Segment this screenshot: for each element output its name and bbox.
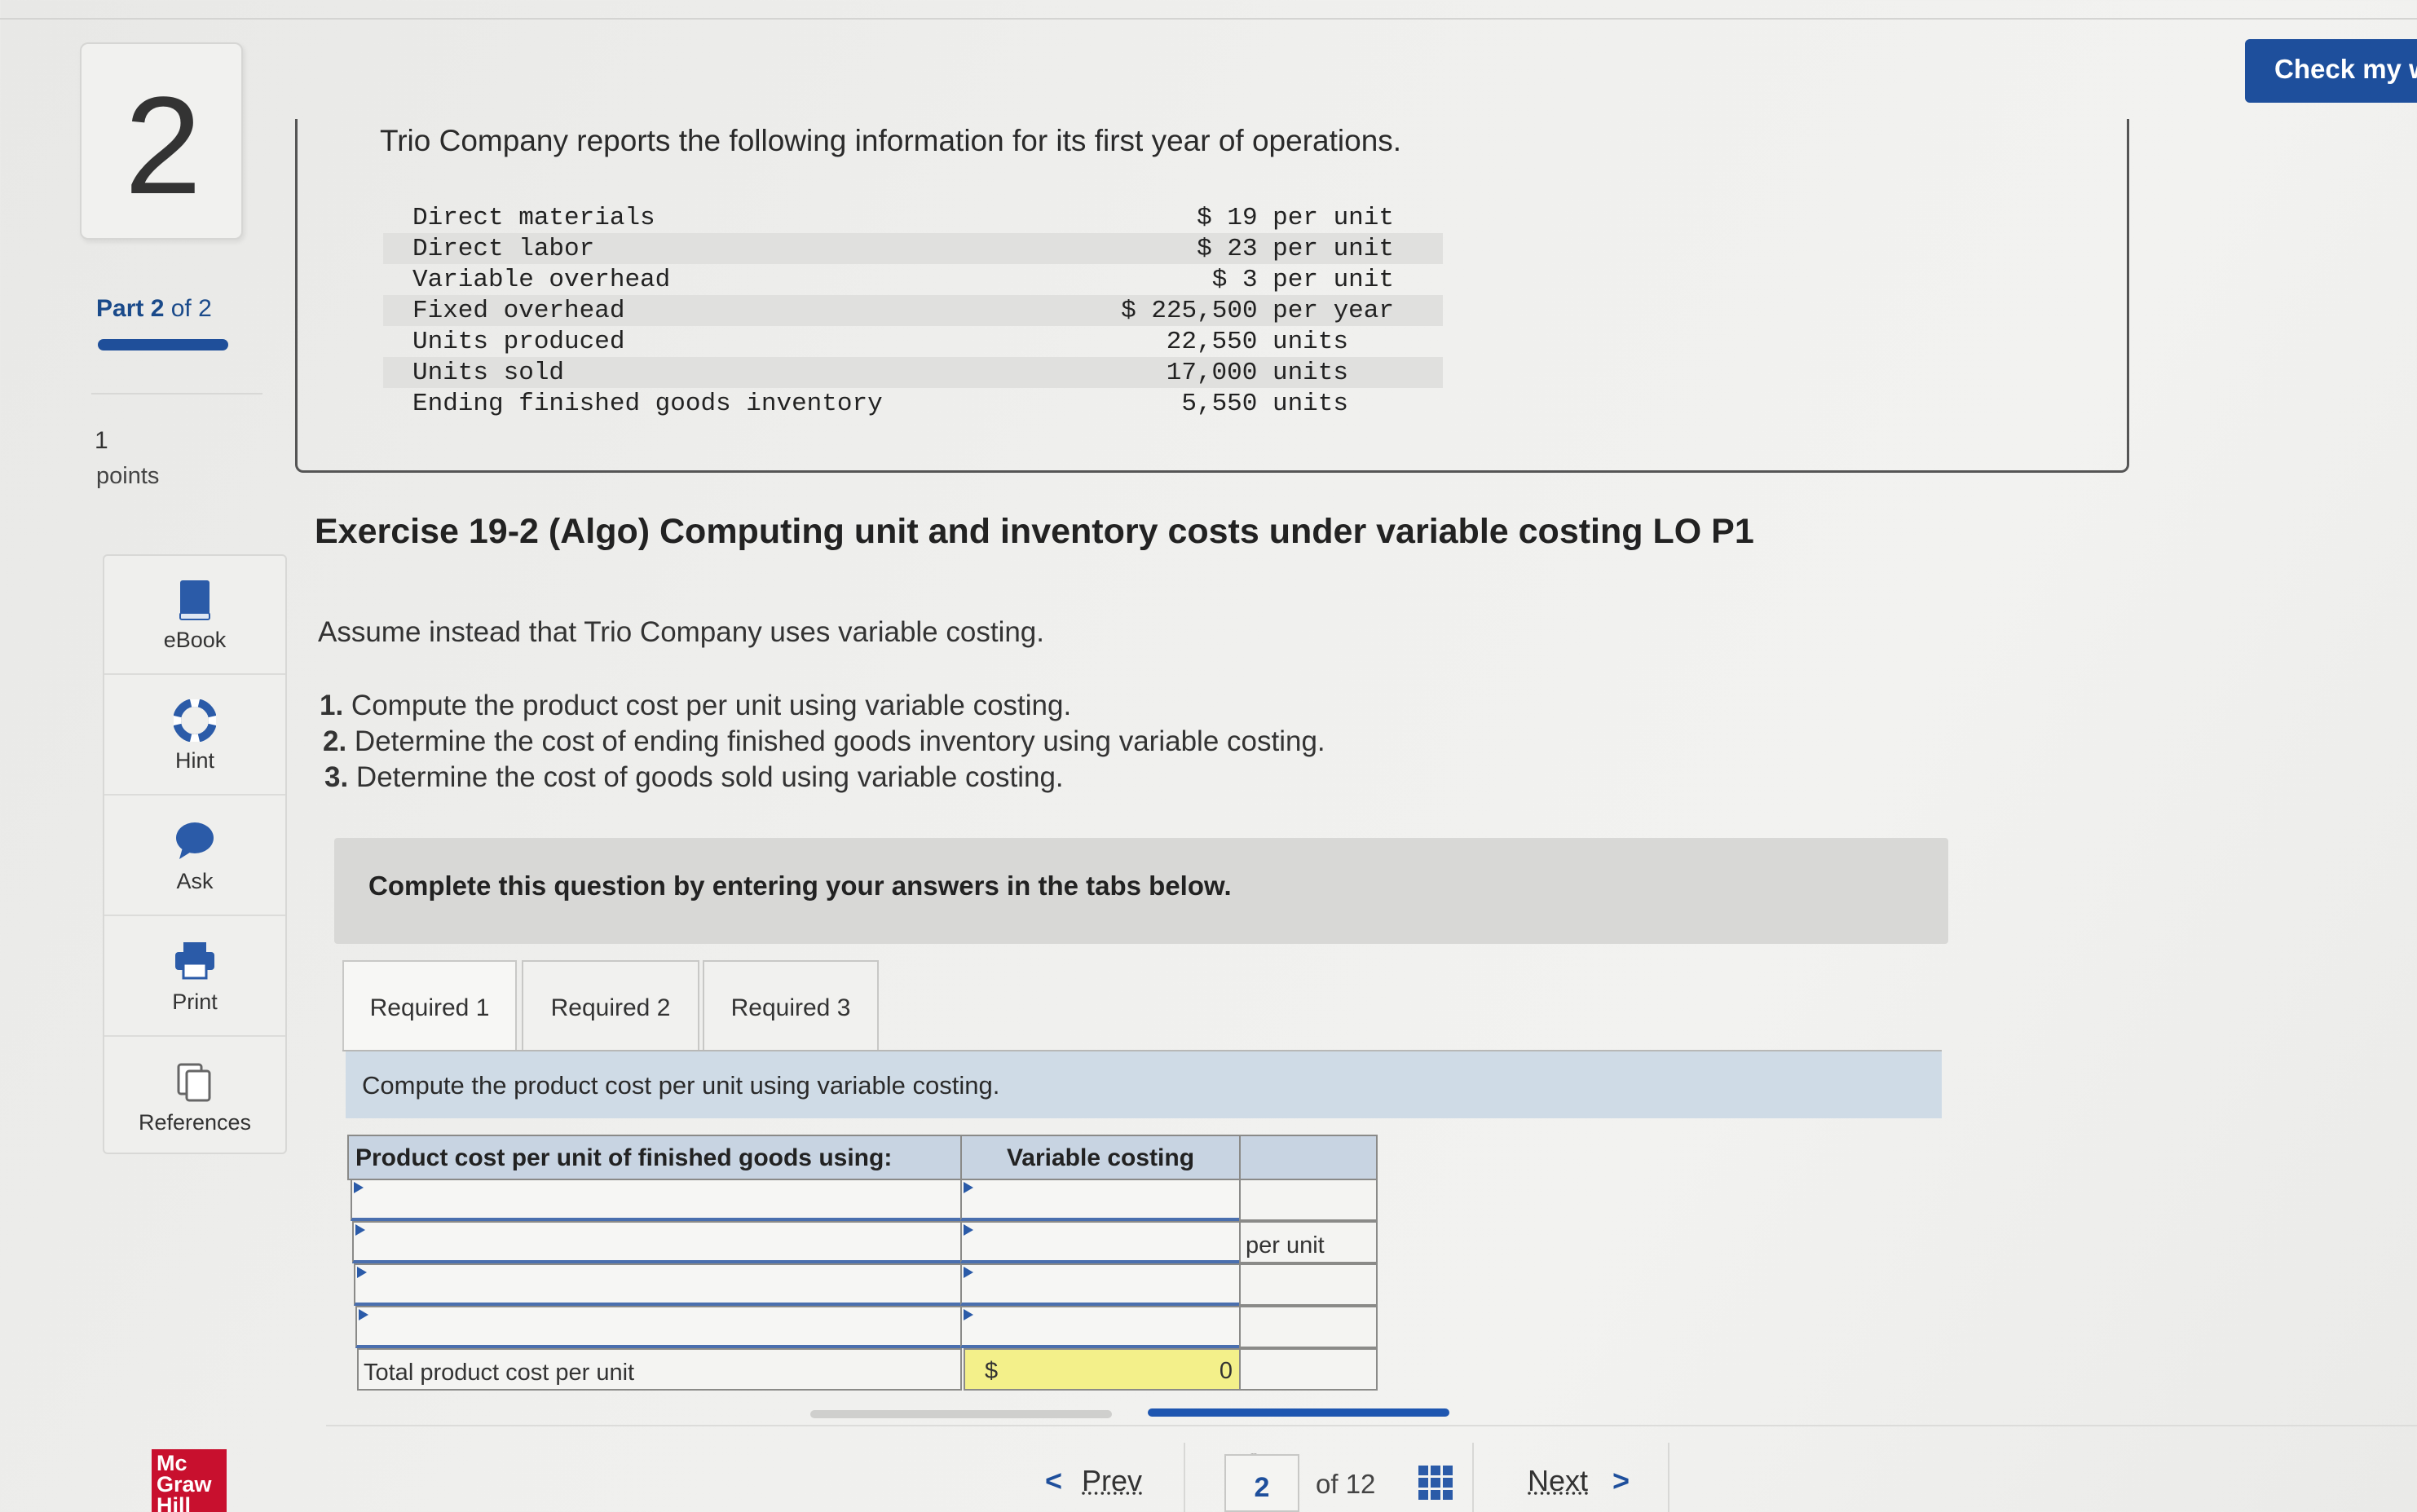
part-progress-bar (98, 339, 228, 350)
nav-divider (1184, 1443, 1185, 1512)
data-row: Fixed overhead $ 225,500 per year (383, 295, 1443, 326)
data-row: Direct labor $ 23 per unit (383, 233, 1443, 264)
cost-label-input-2[interactable] (352, 1221, 962, 1263)
unit-cell (1239, 1263, 1378, 1306)
scroll-indicator[interactable] (810, 1410, 1112, 1418)
assume-text: Assume instead that Trio Company uses va… (318, 616, 1044, 648)
unit-cell (1239, 1348, 1378, 1391)
references-button[interactable]: References (104, 1038, 285, 1157)
data-row: Direct materials $ 19 per unit (412, 204, 1394, 232)
ebook-button[interactable]: eBook (104, 556, 285, 675)
task-item: 1. Compute the product cost per unit usi… (320, 690, 1072, 721)
scroll-indicator-active[interactable] (1148, 1408, 1449, 1417)
header-unit (1239, 1135, 1378, 1180)
ask-button[interactable]: Ask (104, 797, 285, 916)
cost-label-input-4[interactable] (355, 1306, 962, 1348)
tab-required-1[interactable]: Required 1 (342, 960, 517, 1051)
check-my-work-button[interactable]: Check my w (2245, 39, 2417, 103)
top-divider (0, 18, 2417, 20)
tab-required-2[interactable]: Required 2 (522, 960, 699, 1051)
data-row: Units sold 17,000 units (383, 357, 1443, 388)
question-number: 2 (124, 68, 202, 223)
tool-panel: eBook Hint Ask Print References (103, 554, 287, 1154)
cost-amount-input-2[interactable] (960, 1221, 1241, 1263)
data-row: Ending finished goods inventory 5,550 uni… (412, 390, 1348, 418)
exercise-title: Exercise 19-2 (Algo) Computing unit and … (315, 512, 1754, 551)
part-indicator: Part 2 of 2 (96, 295, 212, 322)
cost-data-table: Direct materials $ 19 per unit Direct lab… (383, 202, 1443, 419)
mcgraw-hill-logo: Mc Graw Hill (152, 1449, 227, 1512)
prev-button[interactable]: < Prev (1045, 1464, 1142, 1498)
unit-cell (1239, 1179, 1378, 1221)
footer-divider (326, 1425, 2417, 1426)
documents-icon (104, 1061, 285, 1104)
question-number-box: 2 (80, 42, 243, 240)
task-item: 3. Determine the cost of goods sold usin… (324, 761, 1064, 793)
page-total: of 12 (1316, 1469, 1376, 1499)
book-icon (104, 579, 285, 621)
chat-bubble-icon (104, 820, 285, 862)
nav-divider (1472, 1443, 1474, 1512)
nav-divider (1668, 1443, 1669, 1512)
print-button[interactable]: Print (104, 918, 285, 1037)
total-label: Total product cost per unit (357, 1348, 962, 1391)
info-intro: Trio Company reports the following infor… (380, 124, 1402, 157)
cost-label-input-3[interactable] (354, 1263, 962, 1306)
total-value: $ 0 (964, 1348, 1241, 1391)
unit-cell (1239, 1306, 1378, 1348)
grid-icon[interactable] (1418, 1466, 1453, 1500)
next-button[interactable]: Next > (1528, 1464, 1630, 1498)
cost-amount-input-1[interactable] (960, 1179, 1241, 1221)
data-row: Variable overhead $ 3 per unit (412, 266, 1394, 294)
side-divider (91, 393, 262, 395)
header-label: Product cost per unit of finished goods … (347, 1135, 962, 1180)
chevron-right-icon: > (1612, 1464, 1630, 1497)
data-row: Units produced 22,550 units (412, 328, 1348, 356)
tab-instruction: Compute the product cost per unit using … (346, 1051, 1942, 1118)
hint-button[interactable]: Hint (104, 677, 285, 796)
task-item: 2. Determine the cost of ending finished… (323, 725, 1325, 757)
instructions-banner: Complete this question by entering your … (334, 838, 1948, 944)
page-number-box[interactable]: 2 (1224, 1454, 1299, 1512)
lifebuoy-icon (104, 699, 285, 742)
tab-required-3[interactable]: Required 3 (703, 960, 879, 1051)
cost-amount-input-3[interactable] (960, 1263, 1241, 1306)
points-value: 1 (95, 427, 108, 454)
per-unit-label: per unit (1239, 1221, 1378, 1263)
chevron-left-icon: < (1045, 1464, 1063, 1497)
header-variable-costing: Variable costing (960, 1135, 1241, 1180)
cost-amount-input-4[interactable] (960, 1306, 1241, 1348)
cost-label-input-1[interactable] (351, 1179, 962, 1221)
printer-icon (104, 941, 285, 983)
points-label: points (96, 463, 160, 489)
